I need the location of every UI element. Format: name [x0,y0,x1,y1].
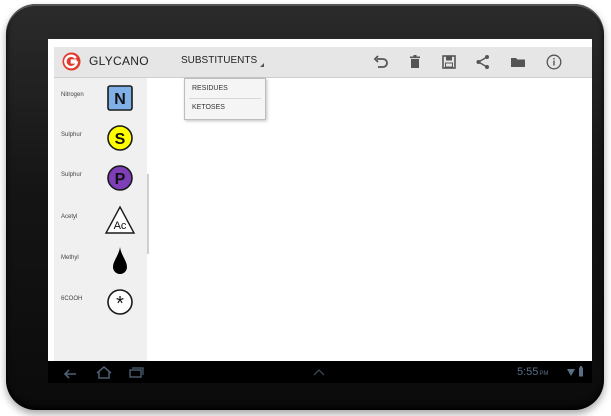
sulphur-symbol-text: S [115,131,126,148]
tablet-frame: GLYCANO SUBSTITUENTS Nitrogen N Sulphur … [6,4,604,410]
system-nav-bar: 5:55PM [48,361,592,383]
status-clock: 5:55PM [517,366,548,378]
wifi-signal-icon [567,369,575,376]
dropdown-indicator-icon [260,63,265,67]
acetyl-symbol-text: Ac [114,220,127,232]
palette-item-acetyl[interactable]: Acetyl Ac [54,200,147,240]
palette-item-phosphate[interactable]: Sulphur P [54,158,147,198]
save-icon[interactable] [440,53,458,71]
phosphate-symbol-text: P [115,171,126,188]
palette-item-label: Methyl [61,255,79,261]
substituents-dropdown-menu: RESIDUES KETOSES [184,78,266,120]
palette-item-label: Sulphur [61,132,82,138]
share-icon[interactable] [474,53,492,71]
app-title: GLYCANO [89,54,149,68]
carboxyl-asterisk-icon: * [107,289,133,315]
app-logo-icon [62,52,81,71]
app-screen: GLYCANO SUBSTITUENTS Nitrogen N Sulphur … [48,39,592,383]
carboxyl-symbol-text: * [116,293,124,315]
substituent-palette: Nitrogen N Sulphur S Sulphur P Acetyl Ac… [54,78,149,361]
home-icon[interactable] [95,365,113,379]
undo-icon[interactable] [372,53,390,71]
palette-item-label: Nitrogen [61,92,84,98]
chevron-up-icon[interactable] [312,368,326,376]
nitrogen-symbol-text: N [114,91,126,108]
clock-ampm: PM [539,371,549,377]
methyl-drop-icon [113,247,127,274]
folder-icon[interactable] [509,53,527,71]
menu-item-ketoses[interactable]: KETOSES [192,104,225,111]
menu-item-residues[interactable]: RESIDUES [192,85,228,92]
phosphate-symbol-icon: P [107,165,133,191]
palette-item-label: Acetyl [61,214,78,220]
battery-icon [579,366,583,377]
palette-item-label: 6COOH [61,296,83,302]
menu-divider [189,98,261,99]
nitrogen-symbol-icon: N [107,85,133,111]
palette-item-label: Sulphur [61,172,82,178]
sulphur-symbol-icon: S [107,125,133,151]
substituents-menu-label: SUBSTITUENTS [181,55,258,66]
trash-icon[interactable] [406,53,424,71]
palette-scrollbar[interactable] [147,174,149,254]
palette-item-6cooh[interactable]: 6COOH * [54,282,147,322]
acetyl-triangle-icon: Ac [104,205,136,234]
palette-item-sulphur[interactable]: Sulphur S [54,118,147,158]
info-icon[interactable] [545,53,563,71]
back-icon[interactable] [62,365,78,379]
substituents-menu-button[interactable]: SUBSTITUENTS [181,55,265,67]
palette-item-methyl[interactable]: Methyl [54,241,147,281]
clock-time: 5:55 [517,366,539,378]
recent-apps-icon[interactable] [128,365,144,379]
action-bar: GLYCANO SUBSTITUENTS [54,47,592,78]
palette-item-nitrogen[interactable]: Nitrogen N [54,78,147,118]
